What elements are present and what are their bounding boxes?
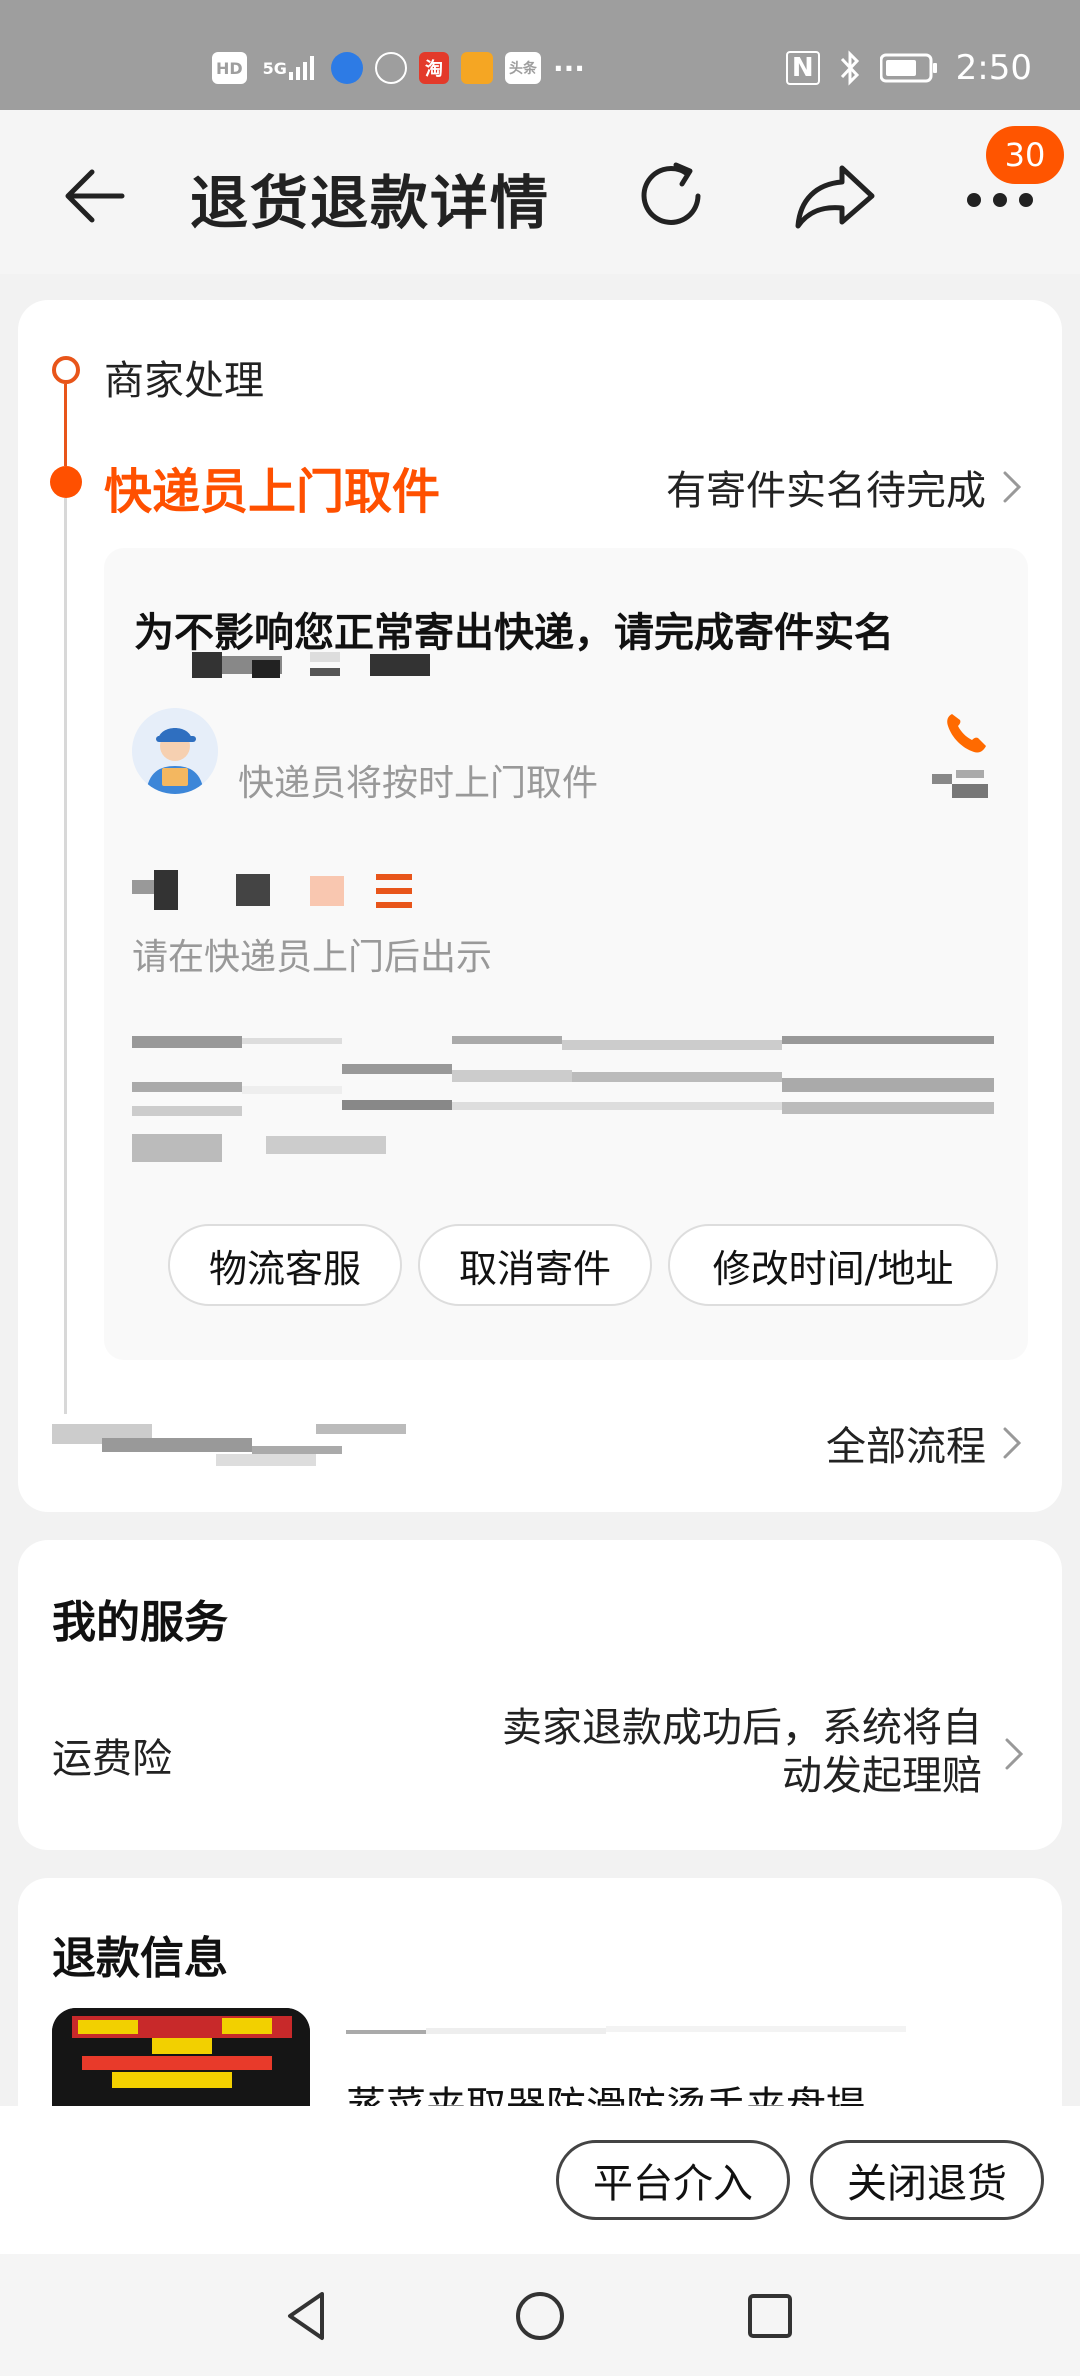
platform-intervene-button[interactable]: 平台介入 (556, 2140, 790, 2220)
show-code-hint: 请在快递员上门后出示 (132, 937, 493, 978)
step-merchant-processing: 商家处理 (104, 358, 264, 404)
my-services-card: 我的服务 运费险 卖家退款成功后，系统将自动发起理赔 (18, 1540, 1062, 1850)
real-name-pending-link[interactable]: 有寄件实名待完成 (666, 458, 1024, 516)
pickup-detail-panel: 为不影响您正常寄出快递，请完成寄件实名 快递员将按时上门取件 请在快递员上门后出… (104, 548, 1028, 1360)
cancel-pickup-button[interactable]: 取消寄件 (418, 1224, 652, 1306)
nav-back-icon[interactable] (276, 2284, 340, 2348)
status-icons: HD 5G 淘 头条 ··· (212, 48, 585, 88)
network-type: 5G (262, 58, 287, 78)
step-courier-pickup: 快递员上门取件 (104, 464, 441, 520)
pickup-code-value-redacted (132, 870, 432, 910)
all-process-link[interactable]: 全部流程 (826, 1414, 1024, 1472)
signal-icon: 5G (259, 52, 319, 84)
real-name-pending-label: 有寄件实名待完成 (666, 468, 986, 514)
timeline-dot-current (50, 466, 82, 498)
cup-app-icon (460, 52, 493, 84)
signal-bars-icon (288, 56, 314, 80)
close-return-button[interactable]: 关闭退货 (810, 2140, 1044, 2220)
back-arrow-icon[interactable] (58, 160, 130, 232)
courier-name-redacted (192, 652, 432, 678)
bluetooth-icon (840, 50, 859, 86)
taobao-app-icon: 淘 (418, 52, 449, 84)
page-header: 退货退款详情 30 (0, 110, 1080, 274)
toutiao-app-icon: 头条 (504, 52, 541, 84)
logistics-service-button[interactable]: 物流客服 (168, 1224, 402, 1306)
phone-icon[interactable] (942, 708, 990, 756)
modify-time-address-button[interactable]: 修改时间/地址 (668, 1224, 998, 1306)
shipping-insurance-label[interactable]: 运费险 (52, 1726, 172, 1784)
timeline-line (64, 498, 67, 1414)
all-process-label: 全部流程 (826, 1424, 986, 1470)
chevron-right-icon (1003, 471, 1022, 503)
refund-progress-card: 商家处理 快递员上门取件 有寄件实名待完成 为不影响您正常寄出快递，请完成寄件实… (18, 300, 1062, 1512)
page-title: 退货退款详情 (190, 169, 551, 237)
courier-avatar (132, 708, 218, 794)
pickup-code-redacted (932, 770, 994, 800)
chevron-right-icon[interactable] (1002, 1736, 1026, 1772)
real-name-notice[interactable]: 为不影响您正常寄出快递，请完成寄件实名 (134, 600, 894, 658)
hd-icon: HD (212, 52, 247, 84)
browser-app-icon (330, 52, 363, 84)
status-bar: HD 5G 淘 头条 ··· N 2:50 (0, 0, 1080, 110)
bottom-action-bar: 平台介入 关闭退货 (0, 2106, 1080, 2254)
refund-info-title: 退款信息 (52, 1933, 228, 1984)
share-icon[interactable] (790, 154, 880, 238)
nav-home-icon[interactable] (508, 2284, 572, 2348)
nav-recents-icon[interactable] (738, 2284, 802, 2348)
order-info-redacted (346, 2022, 1026, 2042)
timeline-dot-done (52, 356, 80, 384)
status-right: N 2:50 (785, 46, 1032, 90)
clock: 2:50 (955, 48, 1032, 88)
message-count-badge: 30 (986, 126, 1064, 184)
courier-avatar-icon (132, 708, 218, 794)
battery-icon (879, 53, 937, 83)
pickup-actions: 物流客服 取消寄件 修改时间/地址 (104, 1224, 1028, 1306)
shipping-insurance-desc[interactable]: 卖家退款成功后，系统将自动发起理赔 (482, 1704, 982, 1800)
globe-icon (374, 52, 407, 84)
refresh-icon[interactable] (630, 154, 714, 238)
nfc-icon: N (785, 51, 820, 85)
more-notifications-icon: ··· (552, 51, 585, 85)
services-title: 我的服务 (52, 1597, 228, 1648)
chevron-right-icon (1003, 1427, 1022, 1459)
address-redacted (132, 1036, 994, 1166)
timeline-line-active (64, 384, 67, 466)
courier-status-text: 快递员将按时上门取件 (238, 763, 599, 804)
timestamp-redacted (52, 1424, 462, 1466)
system-nav-bar (0, 2254, 1080, 2376)
